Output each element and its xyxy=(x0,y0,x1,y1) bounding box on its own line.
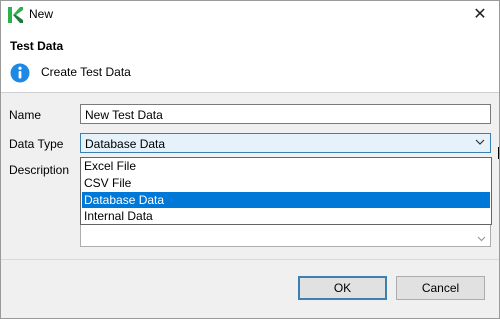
name-label: Name xyxy=(9,108,42,122)
scroll-down-icon[interactable] xyxy=(477,235,486,242)
footer-divider xyxy=(1,259,499,260)
info-icon xyxy=(10,63,30,83)
katalon-logo-icon xyxy=(8,7,23,23)
dropdown-option-selected[interactable]: Database Data xyxy=(82,192,490,208)
close-button[interactable]: ✕ xyxy=(469,4,491,26)
dropdown-option[interactable]: Internal Data xyxy=(82,208,490,224)
header-description: Create Test Data xyxy=(41,65,131,79)
cancel-button[interactable]: Cancel xyxy=(396,276,485,300)
dialog-header: Test Data Create Test Data xyxy=(1,29,499,93)
window-title: New xyxy=(29,7,54,21)
chevron-down-icon[interactable] xyxy=(475,136,485,148)
data-type-label: Data Type xyxy=(9,137,64,151)
data-type-dropdown-list: Excel File CSV File Database Data Intern… xyxy=(80,157,492,225)
data-type-select[interactable]: Database Data xyxy=(80,133,491,153)
data-type-select-value: Database Data xyxy=(85,137,166,151)
header-title: Test Data xyxy=(10,39,64,53)
description-label: Description xyxy=(9,163,70,177)
dropdown-option[interactable]: Excel File xyxy=(82,158,490,174)
name-input[interactable]: New Test Data xyxy=(80,104,491,124)
ok-button[interactable]: OK xyxy=(298,276,387,300)
name-input-value: New Test Data xyxy=(85,108,163,122)
dropdown-option[interactable]: CSV File xyxy=(82,175,490,191)
title-bar: New ✕ xyxy=(1,1,499,29)
dialog-window: New ✕ Test Data Create Test Data Name Ne… xyxy=(0,0,500,319)
